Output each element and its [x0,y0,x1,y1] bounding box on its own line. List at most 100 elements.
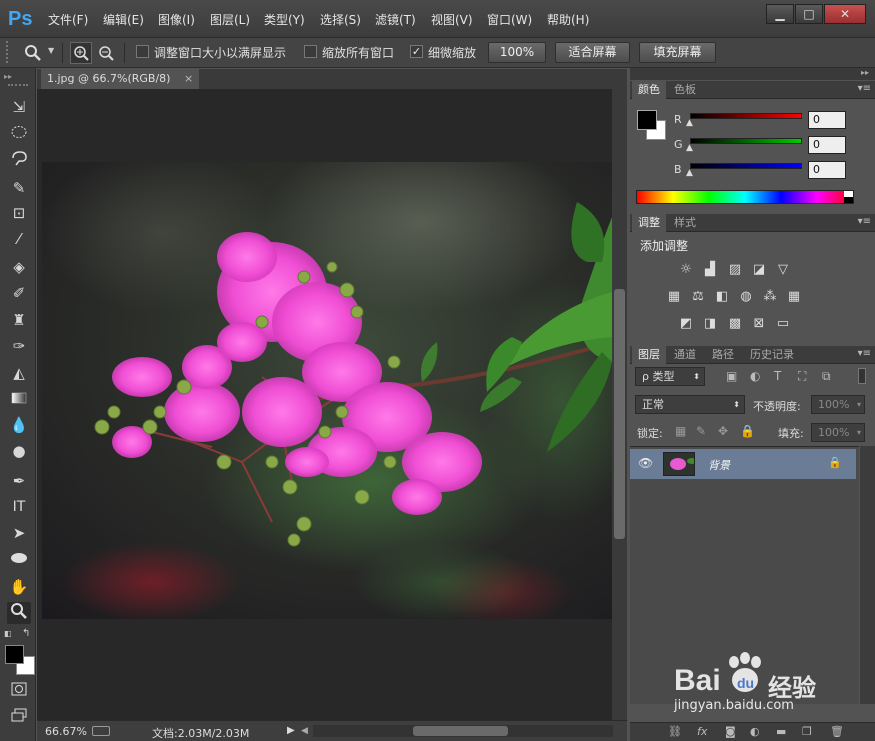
hand-tool-icon[interactable]: ✋ [7,576,31,598]
zoom-level[interactable]: 66.67% [45,725,87,738]
menu-help[interactable]: 帮助(H) [547,11,589,28]
clone-stamp-tool-icon[interactable]: ♜ [7,309,31,331]
invert-icon[interactable]: ◩ [678,317,694,331]
blend-mode-dropdown[interactable]: 正常 ⬍ [635,395,745,414]
link-layers-icon[interactable]: ⛓ [668,725,682,738]
vertical-scrollbar[interactable] [612,89,627,720]
status-menu-arrow-icon[interactable]: ▶ [287,725,295,736]
menu-layer[interactable]: 图层(L) [210,11,250,28]
layer-name[interactable]: 背景 [708,457,730,473]
tab-layers[interactable]: 图层 [632,346,666,364]
r-slider-handle-icon[interactable]: ▲ [686,118,693,128]
move-tool-icon[interactable]: ⇲ [7,96,31,118]
tab-swatches[interactable]: 色板 [668,81,702,99]
layer-row-background[interactable]: 👁 背景 🔒 [630,449,856,479]
hue-saturation-icon[interactable]: ▦ [666,290,682,304]
menu-edit[interactable]: 编辑(E) [103,11,144,28]
filter-toggle-switch[interactable] [858,368,866,384]
filter-smart-object-icon[interactable]: ⧉ [822,369,831,384]
layer-filter-dropdown[interactable]: ρ 类型 ⬍ [635,367,705,386]
horizontal-scrollbar[interactable] [313,725,613,737]
new-layer-icon[interactable]: ❐ [802,725,812,738]
menu-view[interactable]: 视图(V) [431,11,473,28]
panel-foreground-swatch[interactable] [637,110,657,130]
lock-transparent-icon[interactable]: ▦ [675,424,686,438]
b-value-input[interactable]: 0 [808,161,846,179]
default-colors-icon[interactable]: ◧ [4,629,14,639]
color-panel-menu-icon[interactable]: ▾≡ [858,83,871,94]
screen-mode-icon[interactable] [7,706,31,728]
lock-pixels-icon[interactable]: ✎ [696,424,706,438]
preview-icon[interactable] [92,726,110,736]
document-tab-close-icon[interactable]: × [184,72,193,85]
scrubby-zoom-checkbox[interactable]: ✓ [410,45,423,58]
preset-dropdown-icon[interactable]: ▼ [48,46,54,55]
r-value-input[interactable]: 0 [808,111,846,129]
menu-file[interactable]: 文件(F) [48,11,88,28]
vibrance-icon[interactable]: ▽ [775,263,791,277]
tab-styles[interactable]: 样式 [668,214,702,232]
g-value-input[interactable]: 0 [808,136,846,154]
close-button[interactable]: ✕ [824,4,866,24]
spectrum-black-swatch[interactable] [844,197,853,203]
fill-input[interactable]: 100% ▾ [811,423,865,442]
black-white-icon[interactable]: ◧ [714,290,730,304]
fill-screen-button[interactable]: 填充屏幕 [639,42,716,63]
document-tab[interactable]: 1.jpg @ 66.7%(RGB/8) × [41,69,200,89]
foreground-color-swatch[interactable] [5,645,24,664]
gradient-map-icon[interactable]: ▭ [775,317,791,331]
filter-adjustment-icon[interactable]: ◐ [750,369,760,383]
minimize-button[interactable]: ▁ [766,4,794,24]
history-brush-tool-icon[interactable]: ✑ [7,335,31,357]
lock-position-icon[interactable]: ✥ [718,424,728,438]
eraser-tool-icon[interactable]: ◭ [7,362,31,384]
filter-pixel-icon[interactable]: ▣ [726,369,737,383]
document-image[interactable] [42,162,612,619]
g-slider-handle-icon[interactable]: ▲ [686,143,693,153]
color-lookup-icon[interactable]: ▦ [786,290,802,304]
swap-colors-icon[interactable]: ↰ [22,628,30,639]
toolbar-grip[interactable] [8,84,28,87]
marquee-tool-icon[interactable] [7,123,31,145]
lock-all-icon[interactable]: 🔒 [740,424,755,438]
brightness-contrast-icon[interactable]: ☼ [678,263,694,277]
tab-color[interactable]: 颜色 [632,81,666,99]
zoom-tool-preset-icon[interactable] [24,44,42,62]
collapse-toolbar-icon[interactable]: ▸▸ [4,72,12,81]
tab-channels[interactable]: 通道 [668,346,702,364]
grip-handle[interactable] [6,41,14,63]
menu-type[interactable]: 类型(Y) [264,11,305,28]
quick-selection-tool-icon[interactable]: ✎ [7,177,31,199]
canvas-area[interactable] [37,89,612,720]
menu-select[interactable]: 选择(S) [320,11,361,28]
layer-visibility-eye-icon[interactable]: 👁 [638,456,653,470]
layer-style-fx-icon[interactable]: fx [697,725,707,738]
dodge-tool-icon[interactable]: ● [7,440,31,462]
curves-icon[interactable]: ▨ [727,263,743,277]
lasso-tool-icon[interactable] [7,150,31,172]
g-slider[interactable] [690,138,802,144]
exposure-icon[interactable]: ◪ [751,263,767,277]
color-spectrum-ramp[interactable] [636,190,854,204]
quick-mask-icon[interactable] [7,680,31,702]
opacity-input[interactable]: 100% ▾ [811,395,865,414]
levels-icon[interactable]: ▟ [702,263,718,277]
vertical-scroll-thumb[interactable] [614,289,625,539]
b-slider-handle-icon[interactable]: ▲ [686,168,693,178]
menu-image[interactable]: 图像(I) [158,11,195,28]
collapse-dock-icon[interactable]: ▸▸ [861,68,869,77]
delete-layer-icon[interactable]: 🗑 [830,725,844,738]
zoom-tool-icon[interactable] [7,602,31,624]
scroll-left-icon[interactable]: ◀ [301,726,308,736]
add-mask-icon[interactable]: ◙ [725,725,736,738]
selective-color-icon[interactable]: ⊠ [751,317,767,331]
path-selection-tool-icon[interactable]: ➤ [7,522,31,544]
threshold-icon[interactable]: ▩ [727,317,743,331]
gradient-tool-icon[interactable] [7,388,31,410]
layers-panel-menu-icon[interactable]: ▾≡ [858,348,871,359]
tab-paths[interactable]: 路径 [706,346,740,364]
posterize-icon[interactable]: ◨ [702,317,718,331]
maximize-button[interactable]: □ [795,4,823,24]
zoom-in-mode[interactable] [70,42,92,64]
tab-history[interactable]: 历史记录 [744,346,800,364]
